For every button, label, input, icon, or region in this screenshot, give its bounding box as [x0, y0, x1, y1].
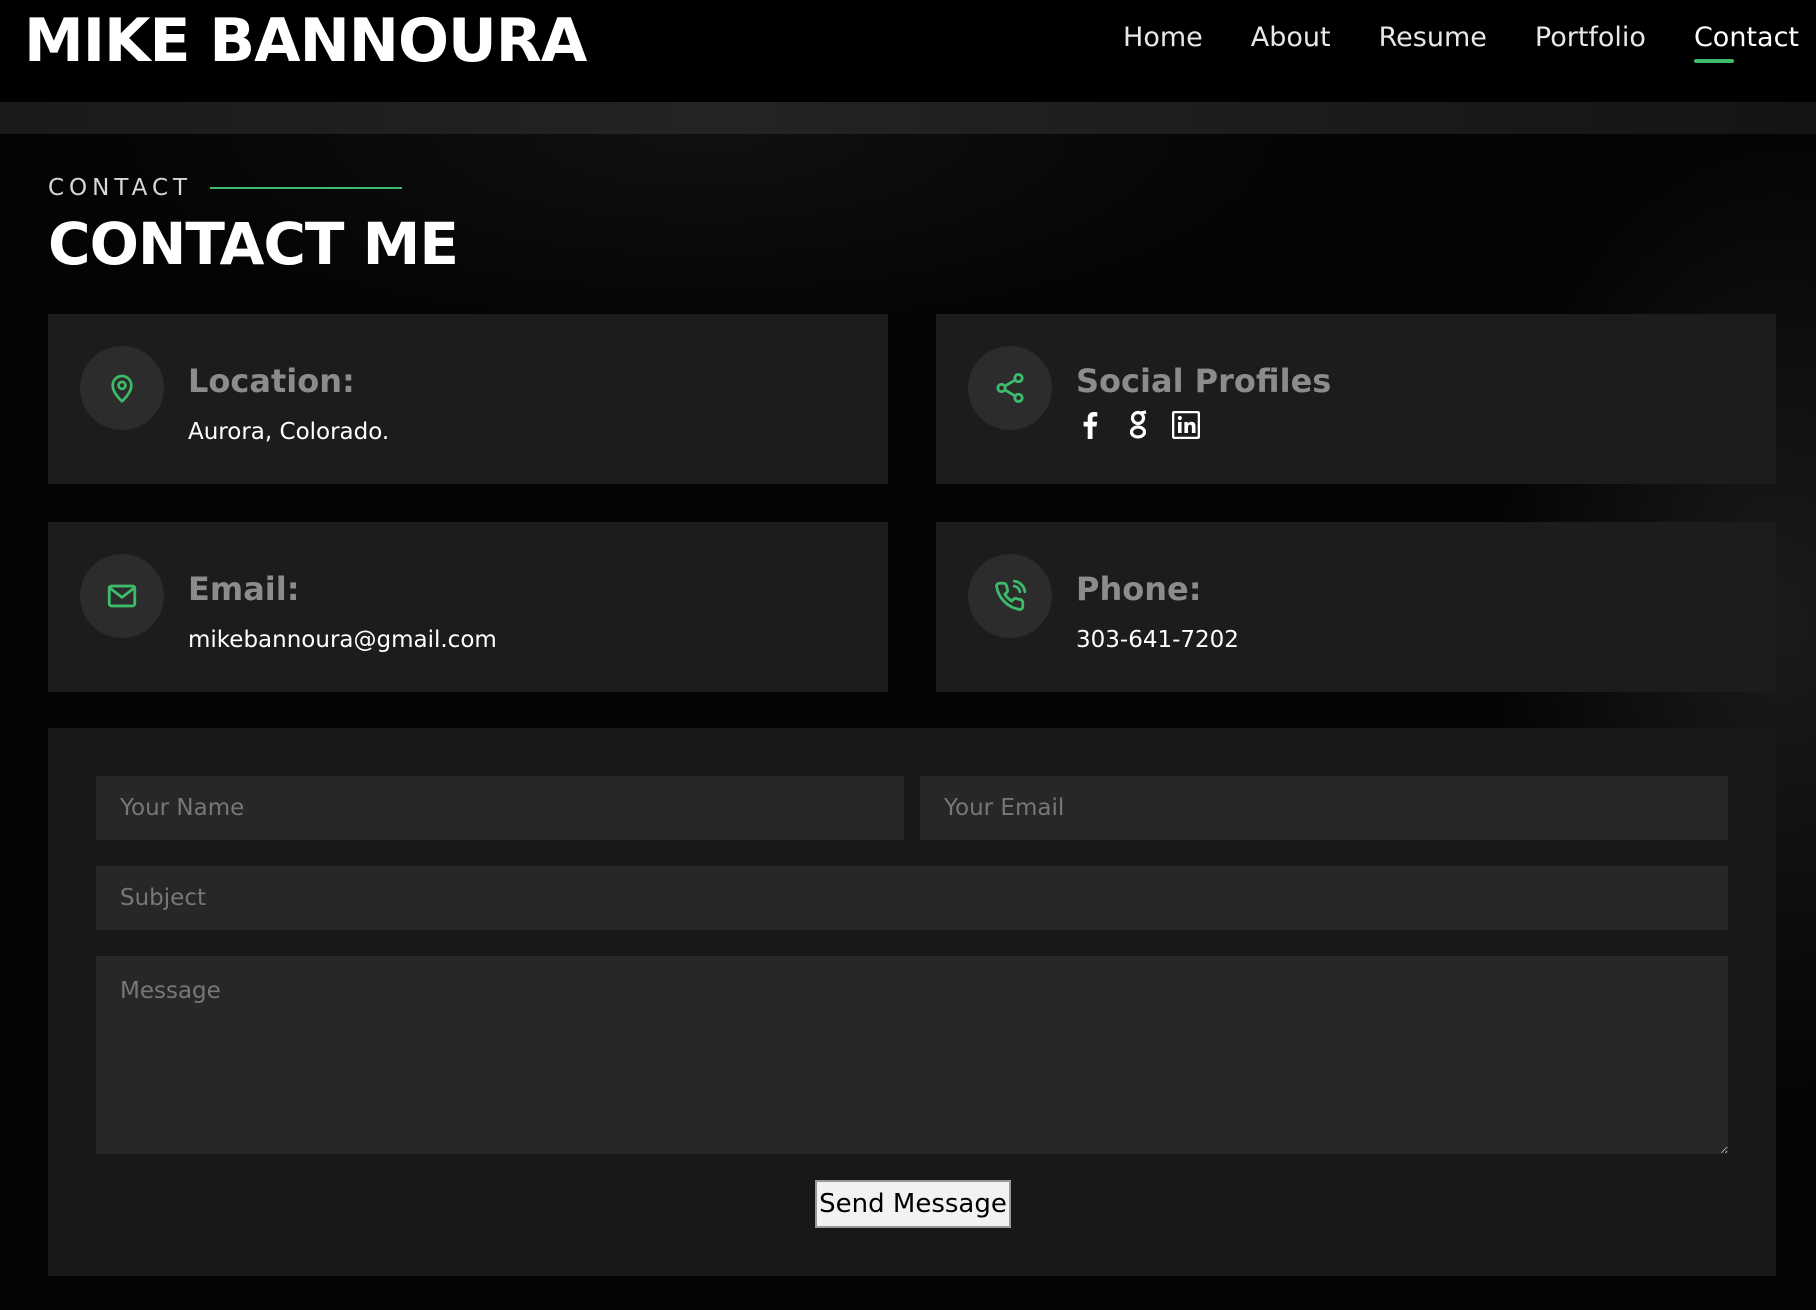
email-input[interactable] — [920, 776, 1728, 840]
contact-form: Send Message — [48, 728, 1776, 1276]
main-nav: Home About Resume Portfolio Contact — [1123, 22, 1799, 63]
subject-input[interactable] — [96, 866, 1728, 930]
nav-contact[interactable]: Contact — [1693, 22, 1799, 63]
social-links — [1076, 409, 1200, 441]
phone-card: Phone: 303-641-7202 — [936, 522, 1776, 692]
envelope-icon — [80, 554, 164, 638]
kicker-divider — [210, 187, 403, 189]
site-logo[interactable]: MIKE BANNOURA — [24, 6, 587, 76]
message-textarea[interactable] — [96, 956, 1728, 1154]
share-icon — [968, 346, 1052, 430]
social-card: Social Profiles — [936, 314, 1776, 484]
phone-value[interactable]: 303-641-7202 — [1076, 627, 1239, 653]
location-title: Location: — [188, 362, 355, 400]
site-header: MIKE BANNOURA Home About Resume Portfoli… — [0, 0, 1816, 102]
facebook-icon[interactable] — [1076, 409, 1104, 441]
nav-about[interactable]: About — [1251, 22, 1331, 63]
social-title: Social Profiles — [1076, 362, 1332, 400]
email-title: Email: — [188, 570, 300, 608]
name-input[interactable] — [96, 776, 904, 840]
map-pin-icon — [80, 346, 164, 430]
linkedin-icon[interactable] — [1172, 409, 1200, 441]
section-kicker: CONTACT — [48, 175, 403, 201]
section-title: CONTACT ME — [48, 210, 459, 278]
send-message-button[interactable]: Send Message — [815, 1180, 1011, 1228]
phone-title: Phone: — [1076, 570, 1202, 608]
nav-resume[interactable]: Resume — [1379, 22, 1487, 63]
location-value: Aurora, Colorado. — [188, 419, 390, 445]
email-card: Email: mikebannoura@gmail.com — [48, 522, 888, 692]
phone-icon — [968, 554, 1052, 638]
google-icon[interactable] — [1124, 409, 1152, 441]
location-card: Location: Aurora, Colorado. — [48, 314, 888, 484]
email-value[interactable]: mikebannoura@gmail.com — [188, 627, 497, 653]
nav-portfolio[interactable]: Portfolio — [1535, 22, 1646, 63]
section-kicker-text: CONTACT — [48, 175, 193, 201]
nav-home[interactable]: Home — [1123, 22, 1203, 63]
hero-strip — [0, 102, 1816, 134]
